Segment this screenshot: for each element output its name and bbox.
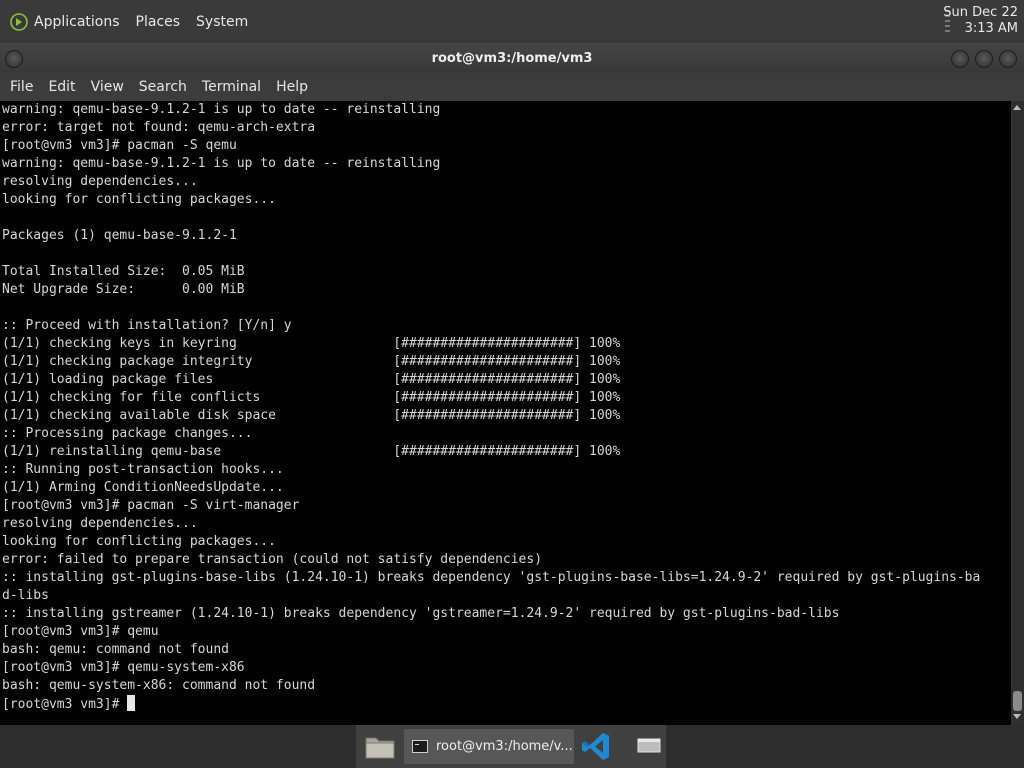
menu-file[interactable]: File (10, 79, 33, 95)
vscode-launcher[interactable] (576, 729, 616, 764)
terminal-line: warning: qemu-base-9.1.2-1 is up to date… (2, 156, 441, 171)
menu-terminal[interactable]: Terminal (202, 79, 261, 95)
terminal-line: resolving dependencies... (2, 174, 198, 189)
terminal-prompt-line: [root@vm3 vm3]# (0, 695, 1011, 713)
scroll-up-arrow-icon[interactable] (1013, 105, 1021, 110)
terminal-line: (1/1) loading package files [###########… (2, 372, 621, 387)
terminal-line: (1/1) checking package integrity [######… (2, 354, 621, 369)
terminal-line: (1/1) checking keys in keyring [########… (2, 336, 621, 351)
scroll-down-arrow-icon[interactable] (1013, 714, 1021, 719)
clock[interactable]: Sun Dec 22 3:13 AM (943, 5, 1018, 37)
file-manager-launcher[interactable] (358, 729, 402, 764)
terminal-line: (1/1) Arming ConditionNeedsUpdate... (2, 480, 284, 495)
terminal-line: Net Upgrade Size: 0.00 MiB (2, 282, 245, 297)
taskbar-terminal-task[interactable]: root@vm3:/home/v... (404, 729, 574, 764)
top-panel: Applications Places System Sun Dec 22 3:… (0, 0, 1024, 44)
terminal-line: bash: qemu-system-x86: command not found (2, 678, 316, 693)
terminal-line: warning: qemu-base-9.1.2-1 is up to date… (2, 102, 441, 117)
vscode-icon (582, 733, 609, 760)
menu-help[interactable]: Help (276, 79, 308, 95)
terminal-line: [root@vm3 vm3]# qemu (2, 624, 159, 639)
terminal-line: (1/1) reinstalling qemu-base [##########… (2, 444, 621, 459)
terminal-icon (412, 740, 428, 753)
text-cursor (127, 695, 136, 711)
system-menu[interactable]: System (196, 14, 248, 30)
maximize-button[interactable] (975, 50, 993, 68)
minimize-button[interactable] (951, 50, 969, 68)
file-manager-icon (365, 737, 395, 759)
terminal-line: Total Installed Size: 0.05 MiB (2, 264, 245, 279)
places-menu[interactable]: Places (136, 14, 181, 30)
terminal-prompt: [root@vm3 vm3]# (2, 697, 128, 712)
menu-search[interactable]: Search (139, 79, 187, 95)
terminal-line: looking for conflicting packages... (2, 534, 276, 549)
terminal-line: :: installing gst-plugins-base-libs (1.2… (2, 570, 981, 585)
terminal-line: bash: qemu: command not found (2, 642, 229, 657)
window-titlebar[interactable]: root@vm3:/home/vm3 (0, 43, 1024, 73)
menu-view[interactable]: View (91, 79, 124, 95)
terminal-line: (1/1) checking available disk space [###… (2, 408, 621, 423)
terminal-line: :: Proceed with installation? [Y/n] y (2, 318, 292, 333)
terminal-line: Packages (1) qemu-base-9.1.2-1 (2, 228, 237, 243)
terminal-line: resolving dependencies... (2, 516, 198, 531)
close-button[interactable] (999, 50, 1017, 68)
terminal-line: d-libs (2, 588, 49, 603)
bottom-taskbar: root@vm3:/home/v... (0, 725, 1024, 768)
terminal-line: :: Processing package changes... (2, 426, 253, 441)
show-desktop-icon (637, 738, 661, 753)
taskbar-terminal-label: root@vm3:/home/v... (436, 739, 573, 754)
terminal-output[interactable]: warning: qemu-base-9.1.2-1 is up to date… (0, 101, 1011, 725)
clock-date: Sun Dec 22 (943, 5, 1018, 20)
menu-edit[interactable]: Edit (48, 79, 75, 95)
applications-menu[interactable]: Applications (34, 14, 120, 30)
terminal-line: :: installing gstreamer (1.24.10-1) brea… (2, 606, 840, 621)
scrollbar-thumb[interactable] (1013, 691, 1022, 711)
terminal-line: (1/1) checking for file conflicts [#####… (2, 390, 621, 405)
terminal-line: looking for conflicting packages... (2, 192, 276, 207)
terminal-line: [root@vm3 vm3]# pacman -S virt-manager (2, 498, 300, 513)
window-menu-button[interactable] (5, 50, 23, 68)
terminal-scrollbar[interactable] (1011, 101, 1024, 725)
distro-logo-icon[interactable] (10, 12, 28, 31)
terminal-line: error: failed to prepare transaction (co… (2, 552, 543, 567)
terminal-line: [root@vm3 vm3]# pacman -S qemu (2, 138, 237, 153)
show-desktop-button[interactable] (630, 729, 666, 764)
window-menubar: File Edit View Search Terminal Help (0, 73, 1024, 101)
terminal-line: error: target not found: qemu-arch-extra (2, 120, 316, 135)
clock-time: 3:13 AM (964, 21, 1018, 36)
terminal-line: :: Running post-transaction hooks... (2, 462, 284, 477)
terminal-line: [root@vm3 vm3]# qemu-system-x86 (2, 660, 245, 675)
terminal-window: root@vm3:/home/vm3 File Edit View Search… (0, 43, 1024, 725)
window-title: root@vm3:/home/vm3 (431, 50, 593, 66)
